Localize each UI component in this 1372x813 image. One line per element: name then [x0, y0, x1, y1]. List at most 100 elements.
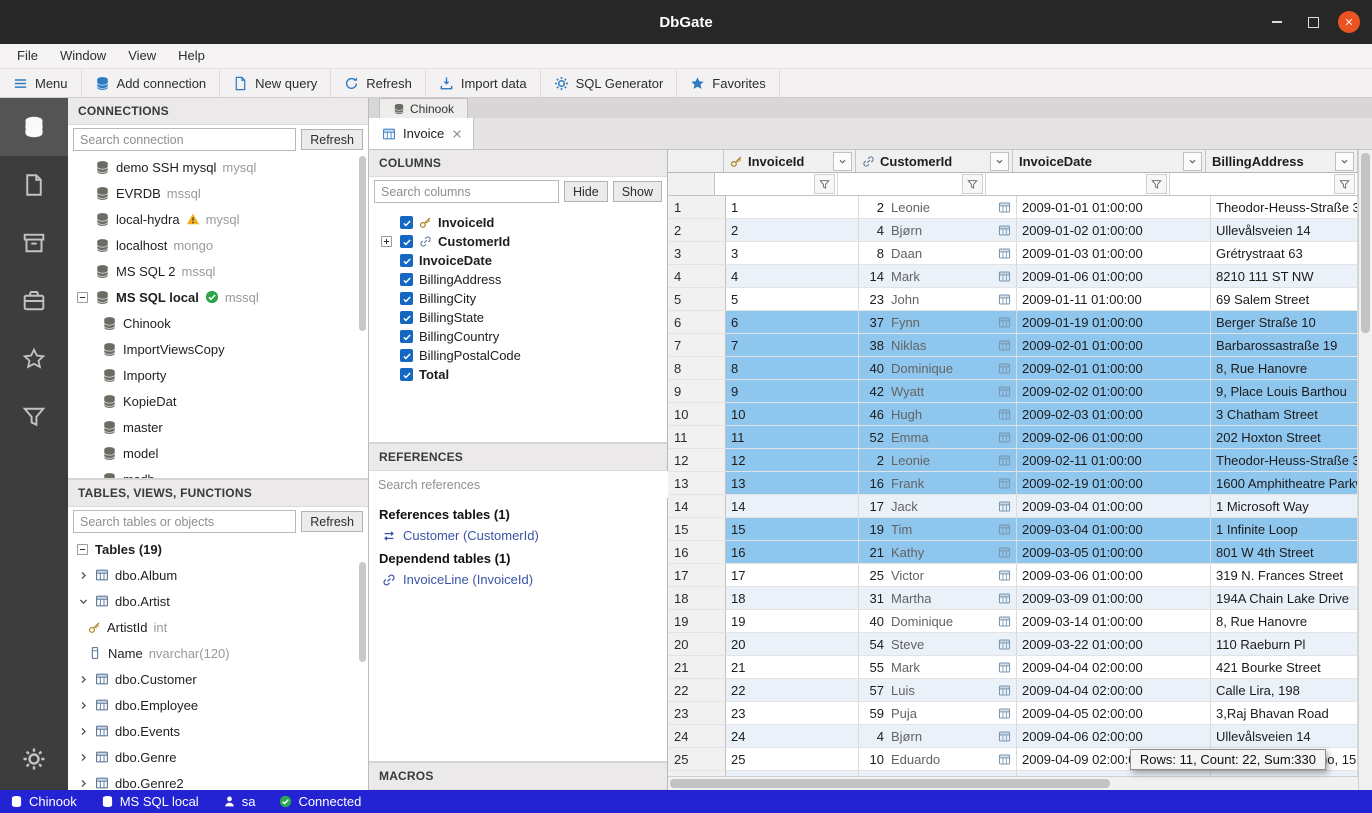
cell-customerid[interactable]: 25Victor: [859, 564, 1017, 586]
vscroll-thumb[interactable]: [1361, 153, 1370, 333]
cell-billingaddress[interactable]: 69 Salem Street: [1211, 288, 1358, 310]
row-number[interactable]: 15: [668, 518, 726, 540]
menu-window[interactable]: Window: [49, 44, 117, 68]
cell-billingaddress[interactable]: 3 Chatham Street: [1211, 403, 1358, 425]
table-item-dbo-album[interactable]: dbo.Album: [68, 562, 368, 588]
cell-invoicedate[interactable]: 2009-02-03 01:00:00: [1017, 403, 1211, 425]
row-number[interactable]: 3: [668, 242, 726, 264]
row-number[interactable]: 24: [668, 725, 726, 747]
column-toggle-billingcountry[interactable]: BillingCountry: [369, 327, 667, 346]
grid-row-5[interactable]: 5523John2009-01-11 01:00:0069 Salem Stre…: [668, 288, 1358, 311]
column-checkbox[interactable]: [400, 368, 413, 381]
cell-invoicedate[interactable]: 2009-03-04 01:00:00: [1017, 518, 1211, 540]
cell-invoiceid[interactable]: 9: [726, 380, 859, 402]
cell-invoiceid[interactable]: 15: [726, 518, 859, 540]
grid-row-23[interactable]: 232359Puja2009-04-05 02:00:003,Raj Bhava…: [668, 702, 1358, 725]
row-number[interactable]: 9: [668, 380, 726, 402]
activity-archive[interactable]: [0, 214, 68, 272]
cell-billingaddress[interactable]: Theodor-Heuss-Straße 34: [1211, 449, 1358, 471]
tables-search-input[interactable]: [73, 510, 296, 533]
connection-item-master[interactable]: master: [68, 414, 368, 440]
cell-invoicedate[interactable]: 2009-03-22 01:00:00: [1017, 633, 1211, 655]
toolbar-sql-generator-button[interactable]: SQL Generator: [541, 69, 678, 97]
database-tab-chinook[interactable]: Chinook: [379, 98, 468, 118]
cell-billingaddress[interactable]: 8, Rue Hanovre: [1211, 357, 1358, 379]
tables-refresh-button[interactable]: Refresh: [301, 511, 363, 532]
column-toggle-invoiceid[interactable]: InvoiceId: [369, 213, 667, 232]
menu-view[interactable]: View: [117, 44, 167, 68]
cell-invoicedate[interactable]: 2009-03-14 01:00:00: [1017, 610, 1211, 632]
cell-invoicedate[interactable]: 2009-02-06 01:00:00: [1017, 426, 1211, 448]
cell-invoicedate[interactable]: 2009-02-02 01:00:00: [1017, 380, 1211, 402]
cell-billingaddress[interactable]: Barbarossastraße 19: [1211, 334, 1358, 356]
cell-invoiceid[interactable]: 25: [726, 748, 859, 770]
cell-invoicedate[interactable]: 2009-02-19 01:00:00: [1017, 472, 1211, 494]
connections-scrollbar[interactable]: [359, 156, 366, 331]
filter-input-invoicedate[interactable]: [986, 173, 1146, 195]
grid-row-12[interactable]: 12122Leonie2009-02-11 01:00:00Theodor-He…: [668, 449, 1358, 472]
row-number[interactable]: 19: [668, 610, 726, 632]
column-checkbox[interactable]: [400, 273, 413, 286]
cell-invoicedate[interactable]: 2009-03-05 01:00:00: [1017, 541, 1211, 563]
row-number[interactable]: 16: [668, 541, 726, 563]
cell-billingaddress[interactable]: 421 Bourke Street: [1211, 656, 1358, 678]
status-chinook[interactable]: Chinook: [10, 794, 77, 809]
cell-billingaddress[interactable]: Calle Lira, 198: [1211, 679, 1358, 701]
row-number[interactable]: 20: [668, 633, 726, 655]
grid-row-7[interactable]: 7738Niklas2009-02-01 01:00:00Barbarossas…: [668, 334, 1358, 357]
cell-invoicedate[interactable]: 2009-02-01 01:00:00: [1017, 357, 1211, 379]
cell-invoicedate[interactable]: 2009-01-03 01:00:00: [1017, 242, 1211, 264]
cell-billingaddress[interactable]: 194A Chain Lake Drive: [1211, 587, 1358, 609]
cell-invoiceid[interactable]: 5: [726, 288, 859, 310]
cell-invoicedate[interactable]: 2009-04-06 02:00:00: [1017, 725, 1211, 747]
column-toggle-billingcity[interactable]: BillingCity: [369, 289, 667, 308]
connection-item-demo-ssh-mysql[interactable]: demo SSH mysqlmysql: [68, 154, 368, 180]
column-dropdown-button[interactable]: [833, 152, 852, 171]
grid-row-14[interactable]: 141417Jack2009-03-04 01:00:001 Microsoft…: [668, 495, 1358, 518]
cell-invoicedate[interactable]: 2009-03-09 01:00:00: [1017, 587, 1211, 609]
cell-invoiceid[interactable]: 1: [726, 196, 859, 218]
cell-customerid[interactable]: 52Emma: [859, 426, 1017, 448]
row-number[interactable]: 17: [668, 564, 726, 586]
table-item-dbo-artist[interactable]: dbo.Artist: [68, 588, 368, 614]
tables-scrollbar[interactable]: [359, 562, 366, 662]
activity-connections[interactable]: [0, 98, 68, 156]
tables-group[interactable]: Tables (19): [68, 536, 368, 562]
table-item-dbo-genre[interactable]: dbo.Genre: [68, 744, 368, 770]
cell-invoicedate[interactable]: 2009-04-04 02:00:00: [1017, 656, 1211, 678]
connection-item-importy[interactable]: Importy: [68, 362, 368, 388]
activity-plugins[interactable]: [0, 272, 68, 330]
table-item-dbo-events[interactable]: dbo.Events: [68, 718, 368, 744]
cell-billingaddress[interactable]: 801 W 4th Street: [1211, 541, 1358, 563]
row-number[interactable]: 13: [668, 472, 726, 494]
cell-invoiceid[interactable]: 7: [726, 334, 859, 356]
cell-invoiceid[interactable]: 16: [726, 541, 859, 563]
cell-customerid[interactable]: 55Mark: [859, 656, 1017, 678]
connection-item-evrdb[interactable]: EVRDBmssql: [68, 180, 368, 206]
cell-customerid[interactable]: 40Dominique: [859, 610, 1017, 632]
cell-invoiceid[interactable]: 2: [726, 219, 859, 241]
column-checkbox[interactable]: [400, 311, 413, 324]
row-number[interactable]: 7: [668, 334, 726, 356]
toolbar-menu-button[interactable]: Menu: [0, 69, 82, 97]
column-checkbox[interactable]: [400, 216, 413, 229]
column-toggle-billingpostalcode[interactable]: BillingPostalCode: [369, 346, 667, 365]
cell-customerid[interactable]: 10Eduardo: [859, 748, 1017, 770]
connection-item-model[interactable]: model: [68, 440, 368, 466]
column-checkbox[interactable]: [400, 330, 413, 343]
cell-billingaddress[interactable]: 110 Raeburn Pl: [1211, 633, 1358, 655]
filter-input-invoiceid[interactable]: [715, 173, 814, 195]
cell-customerid[interactable]: 23John: [859, 288, 1017, 310]
activity-settings[interactable]: [0, 730, 68, 788]
cell-billingaddress[interactable]: Berger Straße 10: [1211, 311, 1358, 333]
cell-invoiceid[interactable]: 3: [726, 242, 859, 264]
cell-invoiceid[interactable]: 23: [726, 702, 859, 724]
cell-customerid[interactable]: 59Puja: [859, 702, 1017, 724]
column-toggle-billingstate[interactable]: BillingState: [369, 308, 667, 327]
column-toggle-customerid[interactable]: CustomerId: [369, 232, 667, 251]
activity-favorites[interactable]: [0, 330, 68, 388]
cell-billingaddress[interactable]: 3,Raj Bhavan Road: [1211, 702, 1358, 724]
cell-invoicedate[interactable]: 2009-01-11 01:00:00: [1017, 288, 1211, 310]
show-column-button[interactable]: Show: [613, 181, 662, 202]
grid-row-18[interactable]: 181831Martha2009-03-09 01:00:00194A Chai…: [668, 587, 1358, 610]
